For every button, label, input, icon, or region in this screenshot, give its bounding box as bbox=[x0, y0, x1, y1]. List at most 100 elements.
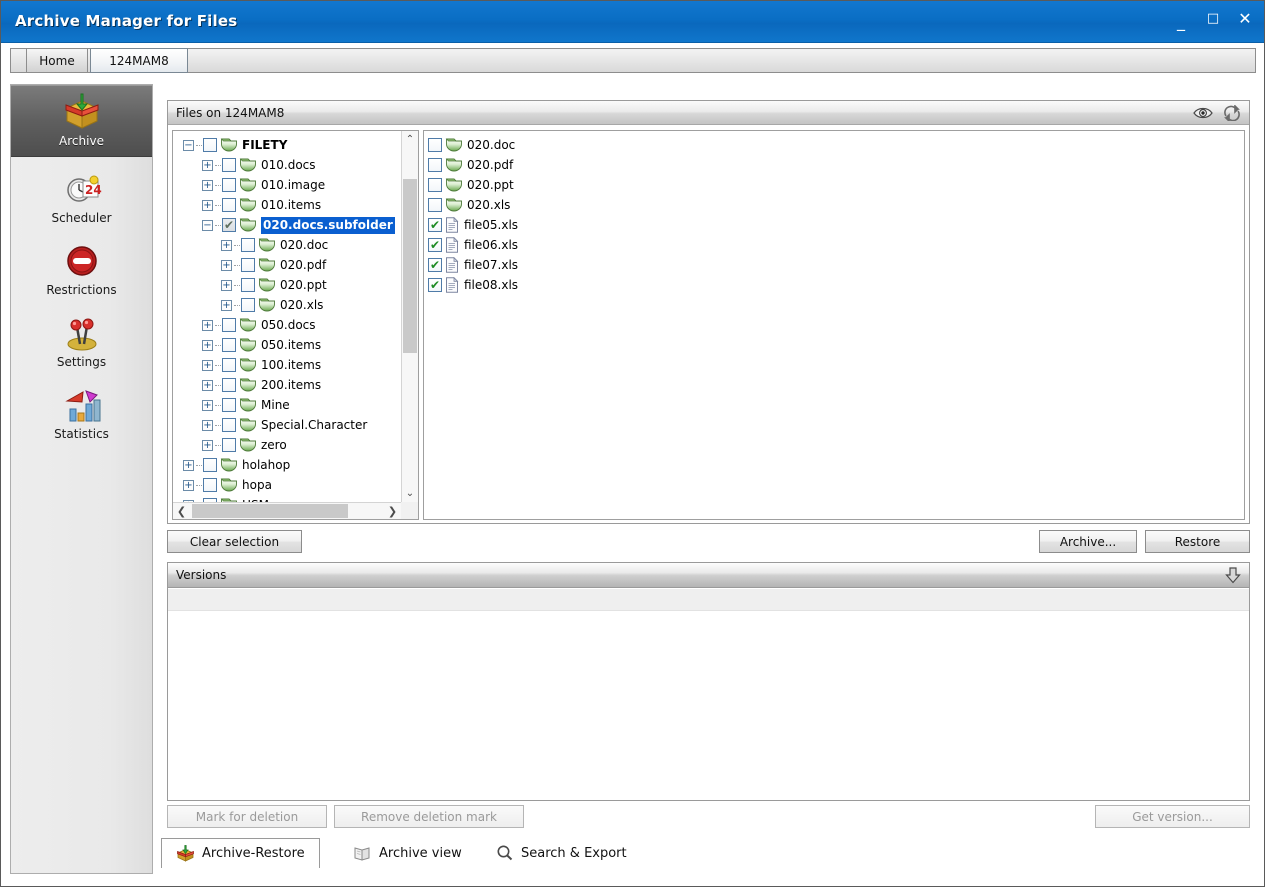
tree-node-checkbox[interactable] bbox=[222, 338, 236, 352]
file-list[interactable]: 020.doc020.pdf020.ppt020.xlsfile05.xlsfi… bbox=[423, 130, 1245, 520]
close-icon[interactable]: ✕ bbox=[1236, 11, 1254, 27]
tree-node[interactable]: +200.items bbox=[173, 375, 401, 395]
tree-node[interactable]: +050.docs bbox=[173, 315, 401, 335]
tree-node-checkbox[interactable] bbox=[222, 378, 236, 392]
tree-node[interactable]: +020.pdf bbox=[173, 255, 401, 275]
sidebar-item-scheduler[interactable]: 24 Scheduler bbox=[11, 163, 152, 235]
tree-node-checkbox[interactable] bbox=[222, 398, 236, 412]
expand-icon[interactable]: + bbox=[202, 340, 213, 351]
tree-node[interactable]: +holahop bbox=[173, 455, 401, 475]
file-list-item[interactable]: 020.pdf bbox=[428, 155, 1244, 175]
tree-node-checkbox[interactable] bbox=[241, 278, 255, 292]
tree-node[interactable]: +020.doc bbox=[173, 235, 401, 255]
tree-node[interactable]: −020.docs.subfolder bbox=[173, 215, 401, 235]
remove-deletion-mark-button[interactable]: Remove deletion mark bbox=[334, 805, 524, 828]
tree-hscroll-thumb[interactable] bbox=[192, 504, 348, 518]
tree-node[interactable]: +050.items bbox=[173, 335, 401, 355]
tree-node[interactable]: +010.docs bbox=[173, 155, 401, 175]
scroll-right-icon[interactable]: ❯ bbox=[384, 503, 401, 519]
clear-selection-button[interactable]: Clear selection bbox=[167, 530, 302, 553]
tree-node-checkbox[interactable] bbox=[222, 178, 236, 192]
file-list-item[interactable]: file06.xls bbox=[428, 235, 1244, 255]
tree-node-checkbox[interactable] bbox=[222, 358, 236, 372]
tree-node-checkbox[interactable] bbox=[203, 458, 217, 472]
file-list-item[interactable]: file08.xls bbox=[428, 275, 1244, 295]
file-list-item[interactable]: file07.xls bbox=[428, 255, 1244, 275]
tree-node[interactable]: +010.items bbox=[173, 195, 401, 215]
tree-vscroll-thumb[interactable] bbox=[403, 179, 417, 353]
expand-icon[interactable]: + bbox=[202, 160, 213, 171]
collapse-icon[interactable]: − bbox=[183, 140, 194, 151]
tree-node-checkbox[interactable] bbox=[203, 478, 217, 492]
restore-button[interactable]: Restore bbox=[1145, 530, 1250, 553]
eye-icon[interactable] bbox=[1190, 103, 1216, 122]
file-item-checkbox[interactable] bbox=[428, 218, 442, 232]
expand-icon[interactable]: + bbox=[221, 260, 232, 271]
tree-node-checkbox[interactable] bbox=[222, 218, 236, 232]
file-item-checkbox[interactable] bbox=[428, 278, 442, 292]
expand-icon[interactable]: + bbox=[202, 380, 213, 391]
tree-node-checkbox[interactable] bbox=[222, 418, 236, 432]
file-item-checkbox[interactable] bbox=[428, 238, 442, 252]
file-list-item[interactable]: file05.xls bbox=[428, 215, 1244, 235]
collapse-icon[interactable]: − bbox=[202, 220, 213, 231]
file-list-item[interactable]: 020.doc bbox=[428, 135, 1244, 155]
tab-archive-view[interactable]: Archive view bbox=[339, 838, 476, 868]
expand-icon[interactable]: + bbox=[183, 460, 194, 471]
tree-node-checkbox[interactable] bbox=[222, 438, 236, 452]
expand-icon[interactable]: + bbox=[221, 280, 232, 291]
get-version-button[interactable]: Get version... bbox=[1095, 805, 1250, 828]
tree-node-checkbox[interactable] bbox=[222, 158, 236, 172]
tree-node[interactable]: −FILETY bbox=[173, 135, 401, 155]
tree-node[interactable]: +020.ppt bbox=[173, 275, 401, 295]
tree-node[interactable]: +HSM bbox=[173, 495, 401, 502]
tab-archive-restore[interactable]: Archive-Restore bbox=[161, 838, 320, 868]
maximize-icon[interactable]: □ bbox=[1204, 11, 1222, 27]
sidebar-item-settings[interactable]: Settings bbox=[11, 307, 152, 379]
expand-icon[interactable]: + bbox=[221, 300, 232, 311]
file-item-checkbox[interactable] bbox=[428, 138, 442, 152]
tree-vertical-scrollbar[interactable]: ⌃ ⌄ bbox=[401, 131, 418, 502]
scroll-up-icon[interactable]: ⌃ bbox=[402, 131, 418, 148]
tree-node[interactable]: +100.items bbox=[173, 355, 401, 375]
tab-search-export[interactable]: Search & Export bbox=[481, 838, 641, 868]
tree-node-checkbox[interactable] bbox=[241, 238, 255, 252]
tab-home[interactable]: Home bbox=[26, 48, 88, 73]
sidebar-item-restrictions[interactable]: Restrictions bbox=[11, 235, 152, 307]
tree-node[interactable]: +hopa bbox=[173, 475, 401, 495]
expand-icon[interactable]: + bbox=[202, 320, 213, 331]
tree-node[interactable]: +zero bbox=[173, 435, 401, 455]
file-list-item[interactable]: 020.xls bbox=[428, 195, 1244, 215]
file-item-checkbox[interactable] bbox=[428, 258, 442, 272]
arrow-down-icon[interactable] bbox=[1223, 566, 1243, 585]
file-item-checkbox[interactable] bbox=[428, 178, 442, 192]
expand-icon[interactable]: + bbox=[202, 360, 213, 371]
tree-node-checkbox[interactable] bbox=[241, 298, 255, 312]
sidebar-item-archive[interactable]: Archive bbox=[11, 85, 152, 157]
file-item-checkbox[interactable] bbox=[428, 198, 442, 212]
refresh-icon[interactable] bbox=[1219, 103, 1245, 122]
mark-for-deletion-button[interactable]: Mark for deletion bbox=[167, 805, 327, 828]
tree-node[interactable]: +010.image bbox=[173, 175, 401, 195]
expand-icon[interactable]: + bbox=[221, 240, 232, 251]
expand-icon[interactable]: + bbox=[202, 200, 213, 211]
expand-icon[interactable]: + bbox=[202, 180, 213, 191]
tree-node[interactable]: +Mine bbox=[173, 395, 401, 415]
tree-horizontal-scrollbar[interactable]: ❮ ❯ bbox=[173, 502, 401, 519]
sidebar-item-statistics[interactable]: Statistics bbox=[11, 379, 152, 451]
tree-node-checkbox[interactable] bbox=[222, 198, 236, 212]
expand-icon[interactable]: + bbox=[183, 480, 194, 491]
folder-tree[interactable]: −FILETY+010.docs+010.image+010.items−020… bbox=[172, 130, 419, 520]
tree-node-checkbox[interactable] bbox=[241, 258, 255, 272]
tree-node-checkbox[interactable] bbox=[203, 138, 217, 152]
expand-icon[interactable]: + bbox=[202, 400, 213, 411]
file-item-checkbox[interactable] bbox=[428, 158, 442, 172]
expand-icon[interactable]: + bbox=[202, 420, 213, 431]
scroll-down-icon[interactable]: ⌄ bbox=[402, 485, 418, 502]
expand-icon[interactable]: + bbox=[202, 440, 213, 451]
scroll-left-icon[interactable]: ❮ bbox=[173, 503, 190, 519]
archive-button[interactable]: Archive... bbox=[1039, 530, 1137, 553]
tree-node[interactable]: +020.xls bbox=[173, 295, 401, 315]
tab-124mam8[interactable]: 124MAM8 bbox=[90, 48, 188, 73]
tree-node[interactable]: +Special.Character bbox=[173, 415, 401, 435]
